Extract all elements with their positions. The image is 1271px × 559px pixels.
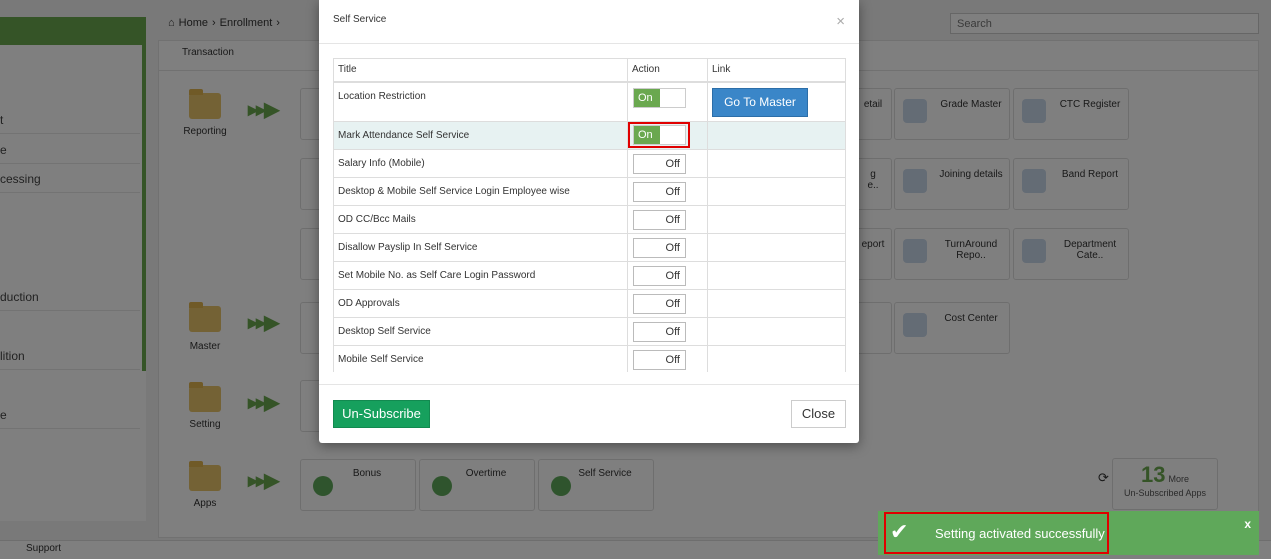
toggle-switch[interactable]: Off — [633, 209, 686, 230]
table-row: OD CC/Bcc Mails Off — [333, 205, 846, 234]
toggle-switch[interactable]: Off — [633, 265, 686, 286]
checkmark-icon: ✔ — [890, 519, 909, 544]
table-row: Disallow Payslip In Self Service Off — [333, 233, 846, 262]
unsubscribe-button[interactable]: Un-Subscribe — [333, 400, 430, 428]
toggle-switch[interactable]: Off — [633, 349, 686, 370]
toggle-switch[interactable]: Off — [633, 153, 686, 174]
toggle-switch[interactable]: Off — [633, 237, 686, 258]
highlight-box: On — [628, 121, 690, 148]
toggle-switch[interactable]: Off — [633, 321, 686, 342]
row-title: OD CC/Bcc Mails — [333, 205, 628, 234]
table-row: Desktop Self Service Off — [333, 317, 846, 346]
table-row: Location Restriction On Go To Master — [333, 81, 846, 122]
modal-body: Title Action Link Location Restriction O… — [333, 58, 846, 372]
row-title: Disallow Payslip In Self Service — [333, 233, 628, 262]
table-row: Salary Info (Mobile) Off — [333, 149, 846, 178]
table-row: Set Mobile No. as Self Care Login Passwo… — [333, 261, 846, 290]
toggle-switch[interactable]: Off — [633, 181, 686, 202]
toggle-switch[interactable]: On — [633, 87, 686, 108]
row-title: Set Mobile No. as Self Care Login Passwo… — [333, 261, 628, 290]
row-title: Salary Info (Mobile) — [333, 149, 628, 178]
close-icon[interactable]: × — [836, 13, 845, 30]
toggle-switch[interactable]: On — [633, 124, 686, 145]
go-to-master-button[interactable]: Go To Master — [712, 87, 808, 117]
row-title: OD Approvals — [333, 289, 628, 318]
column-header-action: Action — [627, 58, 708, 83]
row-title: Mark Attendance Self Service — [333, 121, 628, 150]
row-title: Mobile Self Service — [333, 345, 628, 372]
row-title: Desktop & Mobile Self Service Login Empl… — [333, 177, 628, 206]
self-service-modal: Self Service × Title Action Link Locatio… — [319, 0, 859, 443]
table-row: Mobile Self Service Off — [333, 345, 846, 372]
column-header-title: Title — [333, 58, 628, 83]
table-row: Mark Attendance Self Service On — [333, 121, 846, 150]
table-row: OD Approvals Off — [333, 289, 846, 318]
modal-footer: Un-Subscribe Close — [319, 384, 859, 443]
modal-header: Self Service × — [319, 0, 859, 44]
row-title: Location Restriction — [333, 81, 628, 122]
close-button[interactable]: Close — [791, 400, 846, 428]
toast-close-button[interactable]: x — [1244, 517, 1251, 531]
table-row: Desktop & Mobile Self Service Login Empl… — [333, 177, 846, 206]
toast-message: Setting activated successfully — [935, 526, 1105, 541]
success-toast: ✔ Setting activated successfully x — [878, 511, 1259, 555]
toggle-switch[interactable]: Off — [633, 293, 686, 314]
settings-table: Title Action Link Location Restriction O… — [333, 58, 846, 372]
column-header-link: Link — [707, 58, 846, 83]
row-title: Desktop Self Service — [333, 317, 628, 346]
modal-title: Self Service — [333, 14, 387, 25]
